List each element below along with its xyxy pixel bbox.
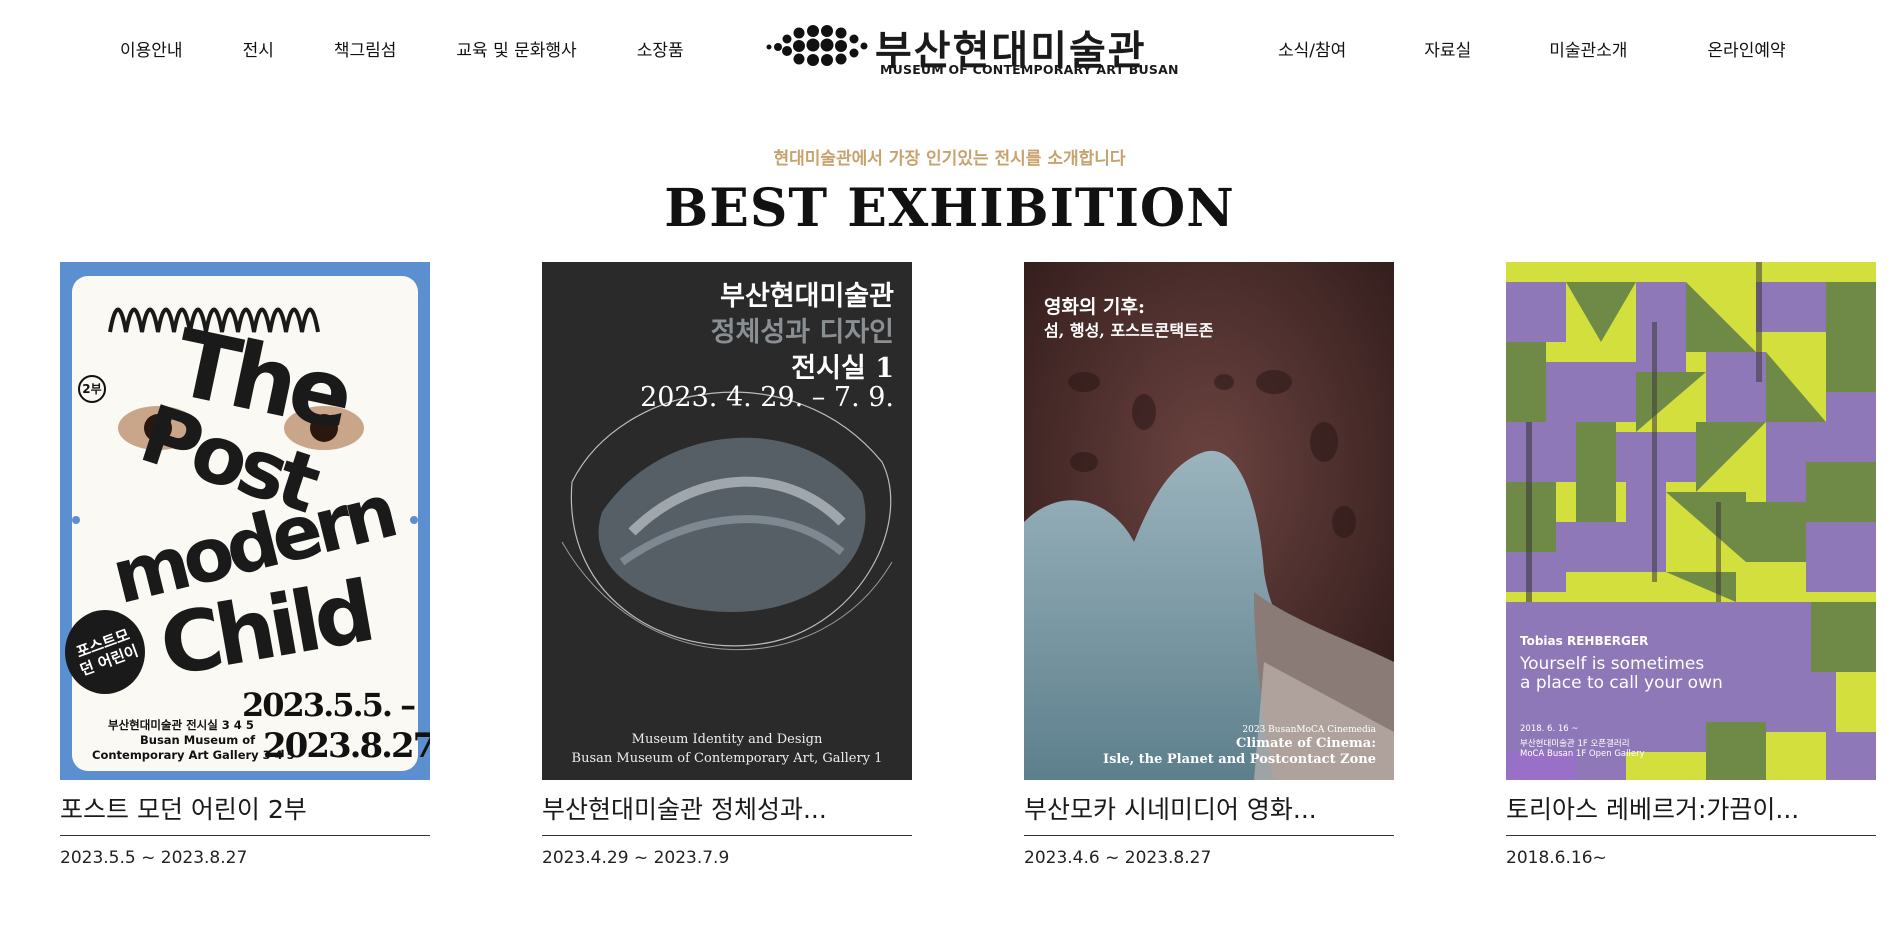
main-nav-left: 이용안내 전시 책그림섬 교육 및 문화행사 소장품: [120, 36, 684, 61]
poster-tagline-2: a place to call your own: [1520, 673, 1723, 693]
poster-footer-1: Museum Identity and Design: [631, 732, 823, 747]
nav-item-education[interactable]: 교육 및 문화행사: [456, 36, 576, 61]
poster-footer-3: Isle, the Planet and Postcontact Zone: [1102, 752, 1376, 767]
exhibition-title[interactable]: 포스트 모던 어린이 2부: [60, 790, 430, 836]
site-logo[interactable]: 부산현대미술관 MUSEUM OF CONTEMPORARY ART BUSAN: [765, 16, 1178, 80]
exhibition-card-climate-of-cinema[interactable]: 영화의 기후: 섬, 행성, 포스트콘택트존 2023 BusanMoCA Ci…: [1024, 262, 1394, 868]
nav-item-guide[interactable]: 이용안내: [120, 36, 183, 61]
nav-item-book-island[interactable]: 책그림섬: [334, 36, 397, 61]
exhibition-date: 2023.5.5 ~ 2023.8.27: [60, 848, 248, 868]
section-subtitle: 현대미술관에서 가장 인기있는 전시를 소개합니다: [773, 149, 1126, 169]
section-title: BEST EXHIBITION: [664, 178, 1235, 239]
dots-logo-icon: [766, 25, 868, 66]
poster-footer-2: 부산현대미술관 1F 오픈갤러리: [1520, 739, 1630, 749]
exhibition-title[interactable]: 부산모카 시네미디어 영화...: [1024, 790, 1394, 836]
poster-footer-2: Busan Museum of Contemporary Art, Galler…: [571, 751, 883, 766]
poster-footer-2: Climate of Cinema:: [1236, 736, 1376, 751]
poster-venue-en-2: Contemporary Art Gallery 3 4 5: [92, 748, 295, 762]
poster-heading-1: 부산현대미술관: [720, 281, 894, 312]
exhibition-date: 2018.6.16~: [1506, 848, 1607, 868]
exhibition-title[interactable]: 부산현대미술관 정체성과...: [542, 790, 912, 836]
poster-tagline-1: Yourself is sometimes: [1520, 654, 1705, 674]
exhibition-card-postmodern-child[interactable]: 2부 The Post modern Child 포스트모던 어린이 2023.…: [60, 262, 430, 868]
exhibition-title[interactable]: 토리아스 레베르거:가끔이...: [1506, 790, 1876, 836]
poster-venue-ko: 부산현대미술관 전시실 3 4 5: [108, 718, 254, 732]
poster-footer-1: 2023 BusanMoCA Cinemedia: [1242, 725, 1376, 735]
poster-footer-1: 2018. 6. 16 ~: [1520, 724, 1579, 734]
nav-item-about[interactable]: 미술관소개: [1549, 36, 1627, 61]
poster-heading-2: 섬, 행성, 포스트콘택트존: [1044, 321, 1214, 340]
site-header: 이용안내 전시 책그림섬 교육 및 문화행사 소장품 부산현대미술관 MUSEU…: [0, 0, 1899, 95]
poster-footer-3: MoCA Busan 1F Open Gallery: [1520, 749, 1645, 759]
exhibition-date: 2023.4.29 ~ 2023.7.9: [542, 848, 730, 868]
poster-heading-2: 정체성과 디자인: [710, 317, 894, 348]
exhibition-card-identity-design[interactable]: 부산현대미술관 정체성과 디자인 전시실 1 2023. 4. 29. – 7.…: [542, 262, 912, 868]
poster-date-start: 2023.5.5. –: [242, 686, 416, 724]
poster-artwork: [1506, 262, 1876, 780]
poster-artist: Tobias REHBERGER: [1520, 634, 1649, 648]
nav-item-reservation[interactable]: 온라인예약: [1707, 36, 1785, 61]
nav-item-exhibition[interactable]: 전시: [243, 36, 274, 61]
exhibition-poster[interactable]: 부산현대미술관 정체성과 디자인 전시실 1 2023. 4. 29. – 7.…: [542, 262, 912, 780]
poster-dates: 2023. 4. 29. – 7. 9.: [640, 382, 894, 413]
poster-badge: 2부: [78, 375, 106, 403]
nav-item-collection[interactable]: 소장품: [637, 36, 684, 61]
poster-heading-3: 전시실 1: [791, 353, 894, 384]
exhibition-card-tobias-rehberger[interactable]: Tobias REHBERGER Yourself is sometimes a…: [1506, 262, 1876, 868]
nav-item-news[interactable]: 소식/참여: [1278, 36, 1346, 61]
logo-name-english: MUSEUM OF CONTEMPORARY ART BUSAN: [880, 62, 1179, 77]
exhibition-poster[interactable]: 영화의 기후: 섬, 행성, 포스트콘택트존 2023 BusanMoCA Ci…: [1024, 262, 1394, 780]
exhibition-poster[interactable]: Tobias REHBERGER Yourself is sometimes a…: [1506, 262, 1876, 780]
poster-heading-1: 영화의 기후:: [1044, 296, 1146, 318]
poster-venue-en-1: Busan Museum of: [140, 733, 256, 747]
main-nav-right: 소식/참여 자료실 미술관소개 온라인예약: [1278, 36, 1786, 61]
exhibition-date: 2023.4.6 ~ 2023.8.27: [1024, 848, 1212, 868]
exhibition-poster[interactable]: 2부 The Post modern Child 포스트모던 어린이 2023.…: [60, 262, 430, 780]
nav-item-archive[interactable]: 자료실: [1424, 36, 1471, 61]
